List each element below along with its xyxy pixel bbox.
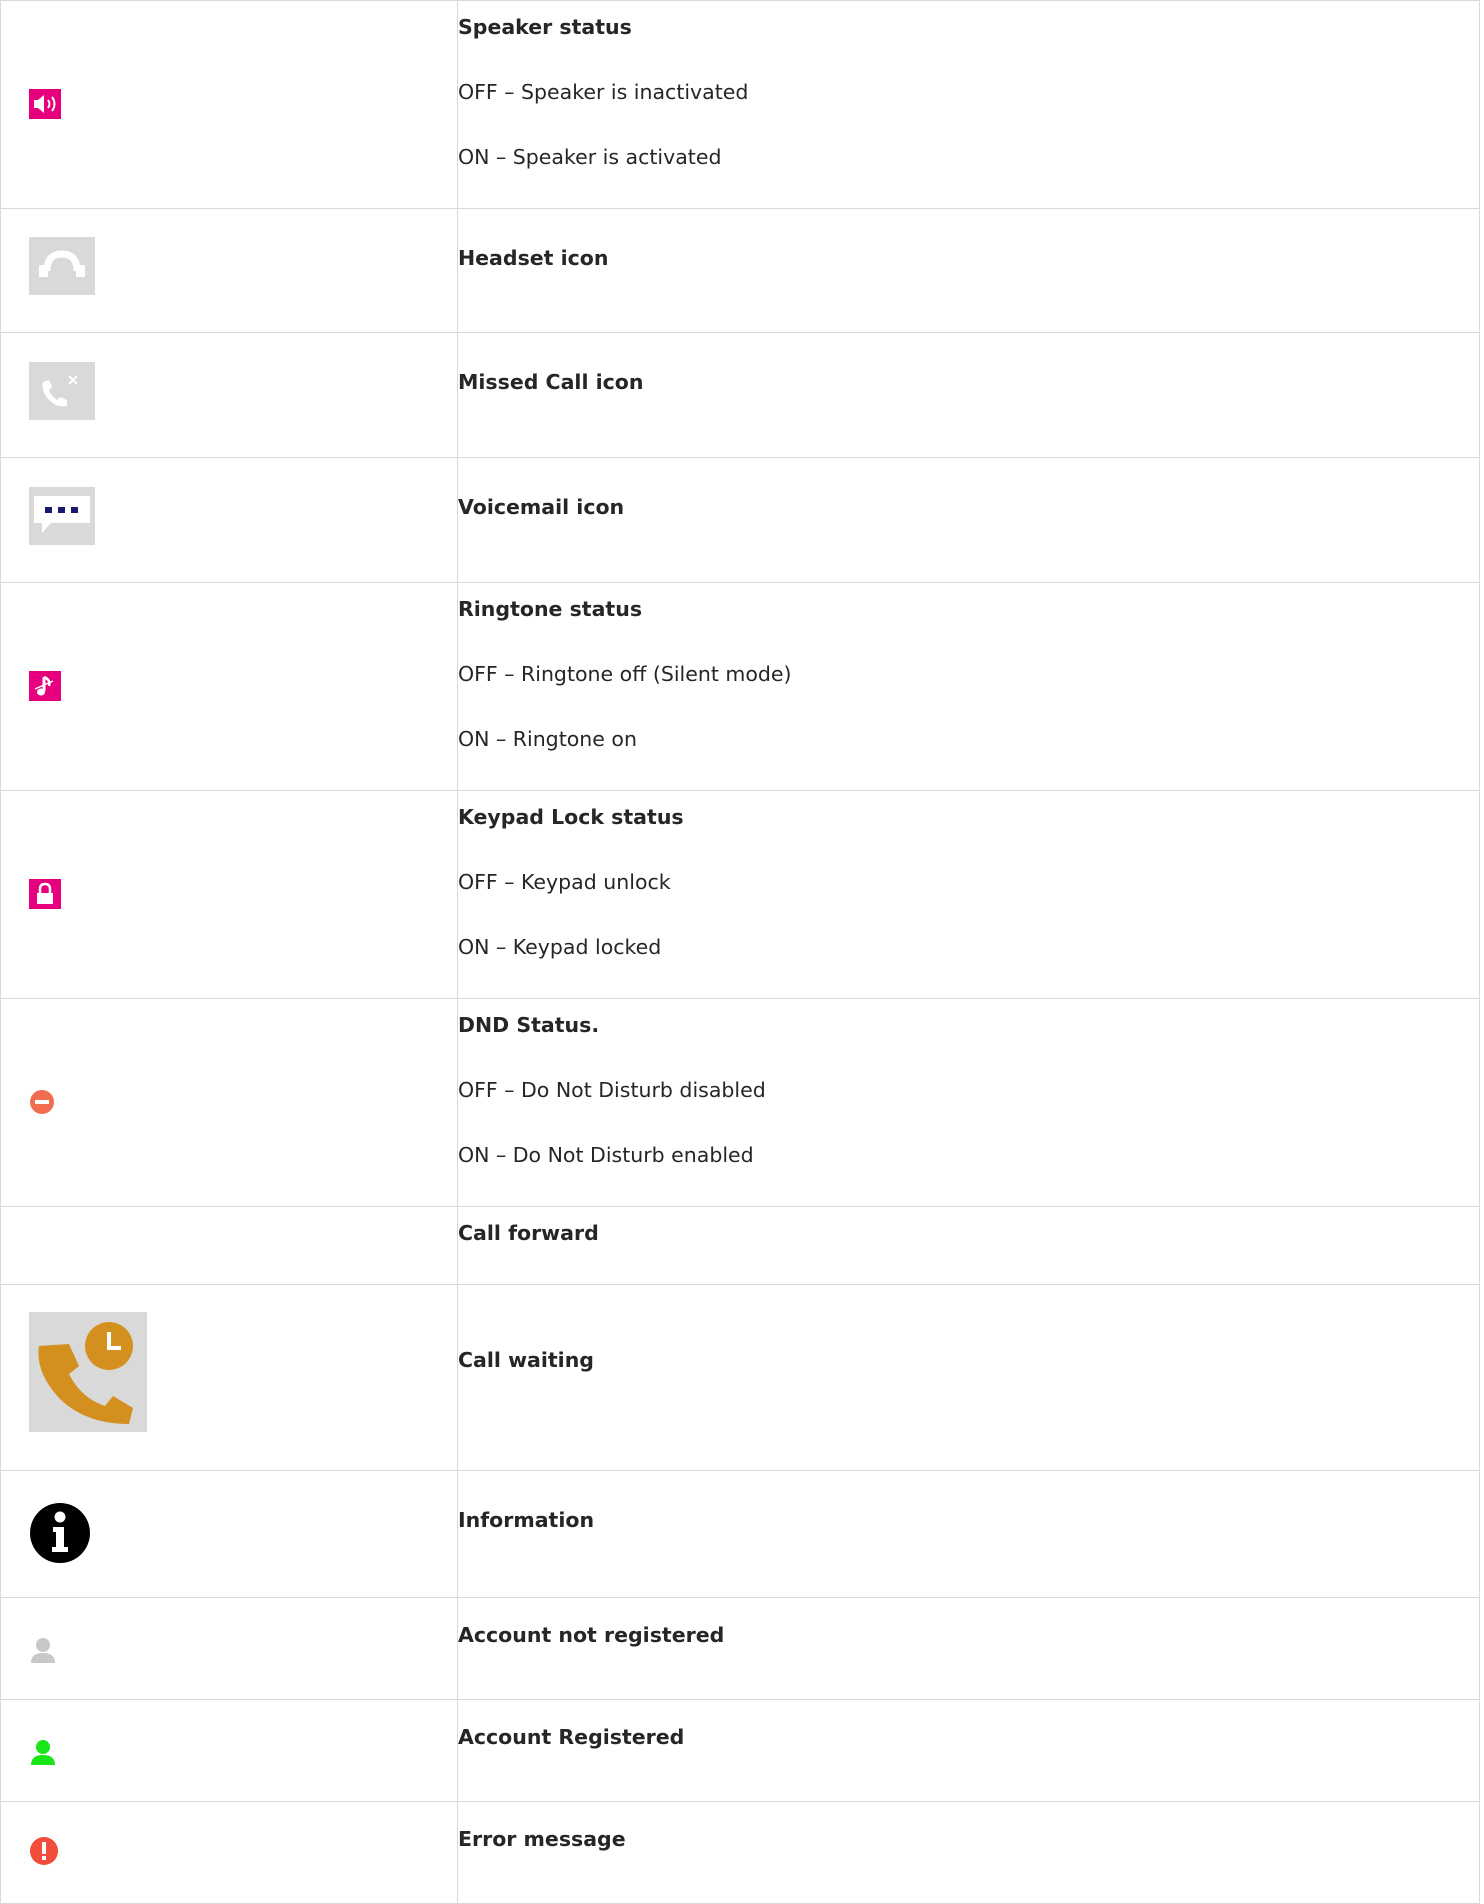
status-off-text: OFF – Ringtone off (Silent mode) (458, 662, 792, 686)
icon-cell (0, 1597, 458, 1700)
table-row: Speaker status OFF – Speaker is inactiva… (0, 0, 1480, 209)
icon-cell (0, 1206, 458, 1285)
row-title: DND Status. (458, 1013, 600, 1037)
description-cell: Account not registered (457, 1597, 1480, 1700)
description-cell: Account Registered (457, 1699, 1480, 1802)
icon-cell (0, 582, 458, 791)
status-on-text: ON – Speaker is activated (458, 145, 722, 169)
description-cell: Speaker status OFF – Speaker is inactiva… (457, 0, 1480, 209)
table-row: Keypad Lock status OFF – Keypad unlock O… (0, 790, 1480, 999)
row-title: Speaker status (458, 15, 632, 39)
row-title: Keypad Lock status (458, 805, 684, 829)
icon-cell (0, 457, 458, 583)
ringtone-icon (29, 671, 61, 705)
row-title: Information (458, 1508, 595, 1532)
table-row: Headset icon (0, 208, 1480, 333)
description-cell: Error message (457, 1801, 1480, 1904)
icon-cell (0, 1470, 458, 1598)
table-row: DND Status. OFF – Do Not Disturb disable… (0, 998, 1480, 1207)
description-cell: Call waiting (457, 1284, 1480, 1471)
status-on-text: ON – Keypad locked (458, 935, 662, 959)
icon-cell (0, 208, 458, 333)
status-off-text: OFF – Do Not Disturb disabled (458, 1078, 766, 1102)
icon-cell (0, 1284, 458, 1471)
description-cell: Call forward (457, 1206, 1480, 1285)
table-row: Information (0, 1470, 1480, 1598)
headset-icon (29, 237, 95, 299)
row-title: Call forward (458, 1221, 599, 1245)
dnd-icon (29, 1089, 55, 1119)
row-title: Account not registered (458, 1623, 725, 1647)
status-off-text: OFF – Keypad unlock (458, 870, 671, 894)
row-title: Call waiting (458, 1348, 594, 1372)
speaker-icon (29, 89, 61, 123)
icon-reference-table: Speaker status OFF – Speaker is inactiva… (0, 0, 1480, 1904)
status-off-text: OFF – Speaker is inactivated (458, 80, 749, 104)
table-row: Ringtone status OFF – Ringtone off (Sile… (0, 582, 1480, 791)
description-cell: Keypad Lock status OFF – Keypad unlock O… (457, 790, 1480, 999)
table-row: Error message (0, 1801, 1480, 1904)
description-cell: Voicemail icon (457, 457, 1480, 583)
voicemail-icon (29, 487, 95, 549)
table-row: Call forward (0, 1206, 1480, 1285)
row-title: Account Registered (458, 1725, 685, 1749)
table-row: Voicemail icon (0, 457, 1480, 583)
icon-cell (0, 998, 458, 1207)
row-title: Error message (458, 1827, 626, 1851)
table-row: Account not registered (0, 1597, 1480, 1700)
table-row: Missed Call icon (0, 332, 1480, 458)
table-row: Account Registered (0, 1699, 1480, 1802)
icon-cell (0, 0, 458, 209)
icon-cell (0, 790, 458, 999)
description-cell: Information (457, 1470, 1480, 1598)
row-title: Headset icon (458, 246, 609, 270)
status-on-text: ON – Do Not Disturb enabled (458, 1143, 754, 1167)
row-title: Missed Call icon (458, 370, 644, 394)
missed-call-icon (29, 362, 95, 424)
description-cell: Ringtone status OFF – Ringtone off (Sile… (457, 582, 1480, 791)
row-title: Voicemail icon (458, 495, 625, 519)
lock-icon (29, 879, 61, 913)
description-cell: Missed Call icon (457, 332, 1480, 458)
description-cell: DND Status. OFF – Do Not Disturb disable… (457, 998, 1480, 1207)
account-unregistered-icon (29, 1637, 57, 1667)
table-row: Call waiting (0, 1284, 1480, 1471)
icon-cell (0, 1699, 458, 1802)
description-cell: Headset icon (457, 208, 1480, 333)
row-title: Ringtone status (458, 597, 643, 621)
status-on-text: ON – Ringtone on (458, 727, 637, 751)
icon-cell (0, 1801, 458, 1904)
error-icon (29, 1836, 59, 1870)
account-registered-icon (29, 1739, 57, 1769)
call-waiting-icon (29, 1312, 147, 1436)
info-icon (29, 1502, 91, 1568)
icon-cell (0, 332, 458, 458)
